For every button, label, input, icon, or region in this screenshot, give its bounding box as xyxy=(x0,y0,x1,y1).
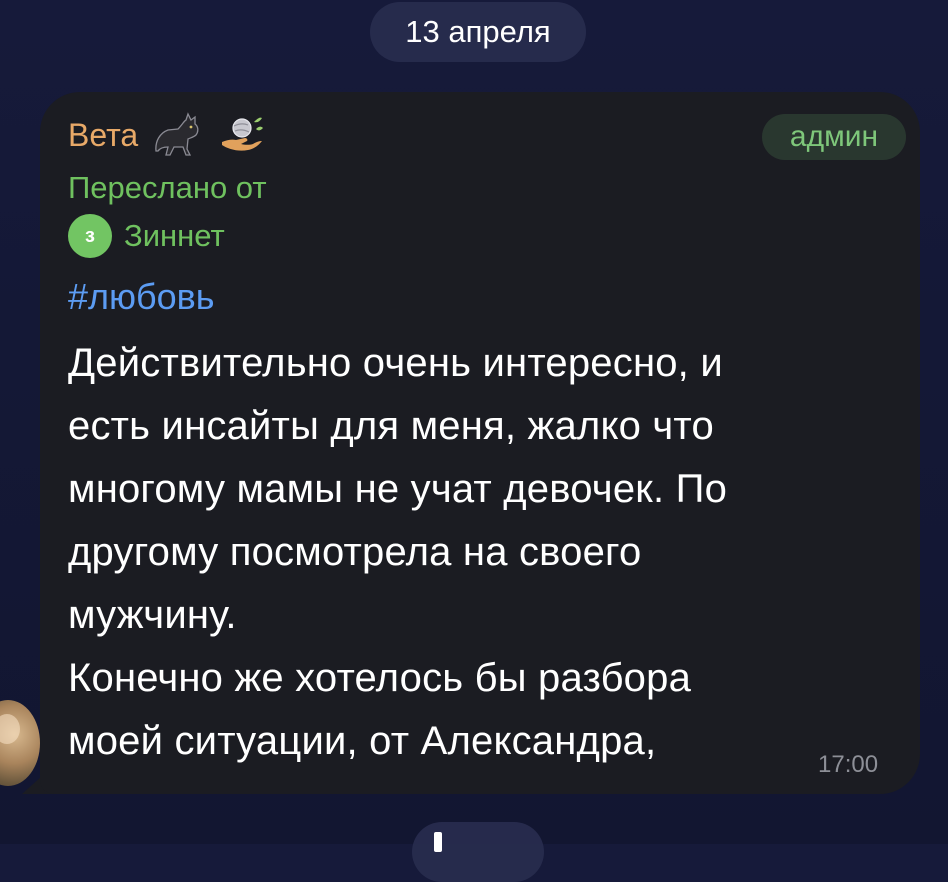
message-line: моей ситуации, от Александра, xyxy=(68,719,657,763)
message-line: Конечно же хотелось бы разбора xyxy=(68,656,692,700)
message-line: мужчину. xyxy=(68,593,237,637)
hands-with-globe-icon xyxy=(214,111,266,159)
next-message-pill xyxy=(412,822,544,882)
cat-icon xyxy=(150,111,202,159)
sender-name[interactable]: Вета xyxy=(68,117,138,154)
hashtag-link[interactable]: #любовь xyxy=(68,272,215,322)
forwarded-source-avatar[interactable]: з xyxy=(68,214,112,258)
message-line: Действительно очень интересно, и xyxy=(68,341,723,385)
message-line: другому посмотрела на своего xyxy=(68,530,642,574)
message-text: Действительно очень интересно, и есть ин… xyxy=(68,332,888,773)
sender-row: Вета xyxy=(68,112,266,158)
sender-avatar[interactable] xyxy=(0,700,40,786)
forwarded-source-name[interactable]: Зиннет xyxy=(124,214,225,258)
pill-glyph xyxy=(434,832,442,852)
message-time: 17:00 xyxy=(818,751,879,778)
date-separator: 13 апреля xyxy=(370,2,586,62)
message-line: есть инсайты для меня, жалко что xyxy=(68,404,714,448)
message-line: многому мамы не учат девочек. По xyxy=(68,467,728,511)
forwarded-label: Переслано от xyxy=(68,170,267,205)
admin-badge: админ xyxy=(762,114,906,160)
forwarded-source[interactable]: з Зиннет xyxy=(68,214,225,258)
